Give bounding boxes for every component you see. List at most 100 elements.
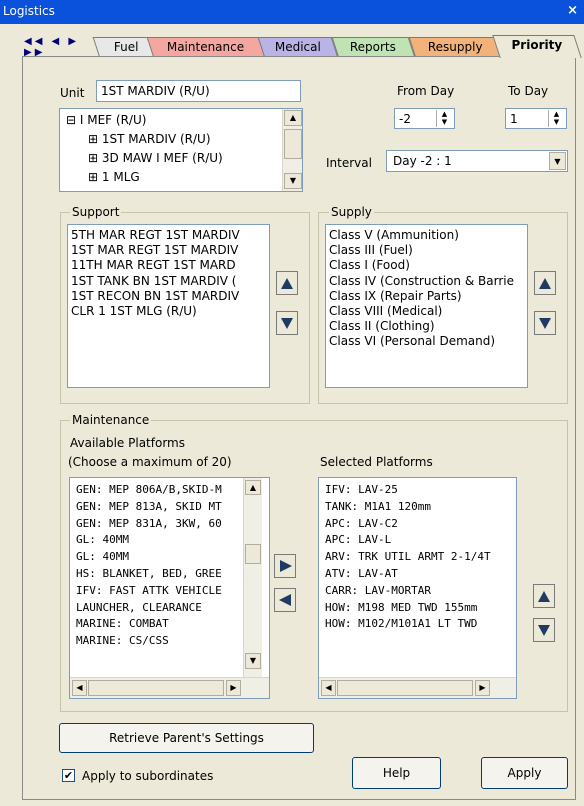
supply-list-item[interactable]: Class V (Ammunition) (329, 228, 524, 243)
available-platform-item[interactable]: MARINE: CS/CSS (76, 633, 242, 650)
selected-platform-item[interactable]: APC: LAV-C2 (325, 516, 513, 533)
selected-platforms-list[interactable]: IFV: LAV-25 TANK: M1A1 120mm APC: LAV-C2 AP… (318, 477, 517, 699)
supply-move-up-button[interactable] (534, 271, 556, 295)
selected-platform-item[interactable]: HOW: M198 MED TWD 155mm (325, 600, 513, 617)
expand-icon[interactable]: ⊞ (88, 132, 98, 146)
support-move-up-button[interactable] (276, 271, 298, 295)
available-platform-item[interactable]: GEN: MEP 806A/B,SKID-M (76, 482, 242, 499)
apply-button[interactable]: Apply (481, 757, 568, 789)
scroll-up-icon[interactable]: ▲ (245, 480, 261, 495)
retrieve-parent-settings-button[interactable]: Retrieve Parent's Settings (59, 723, 314, 753)
supply-title: Supply (329, 205, 374, 219)
scroll-down-icon[interactable]: ▼ (245, 653, 261, 669)
remove-platform-button[interactable] (274, 588, 296, 612)
supply-list-item[interactable]: Class III (Fuel) (329, 243, 524, 258)
available-platform-item[interactable]: HS: BLANKET, BED, GREE (76, 566, 242, 583)
title-bar: Logistics × (0, 0, 584, 24)
chevron-down-icon[interactable]: ▼ (549, 152, 566, 170)
available-platform-item[interactable]: MARINE: COMBAT (76, 616, 242, 633)
selected-move-down-button[interactable] (533, 618, 555, 642)
apply-subordinates-label: Apply to subordinates (82, 769, 214, 783)
scroll-right-icon[interactable]: ▶ (226, 680, 241, 696)
available-platforms-list[interactable]: GEN: MEP 806A/B,SKID-M GEN: MEP 813A, SKI… (69, 477, 270, 699)
add-platform-button[interactable] (274, 554, 296, 578)
selected-hscrollbar[interactable]: ◀ ▶ (319, 677, 516, 698)
supply-move-down-button[interactable] (534, 311, 556, 335)
support-list-item[interactable]: 5TH MAR REGT 1ST MARDIV (71, 228, 266, 243)
scroll-up-icon[interactable]: ▲ (284, 110, 302, 126)
selected-platform-item[interactable]: APC: LAV-L (325, 532, 513, 549)
spinner-arrows-icon[interactable]: ▲ ▼ (436, 110, 452, 127)
selected-platform-item[interactable]: ARV: TRK UTIL ARMT 2-1/4T (325, 549, 513, 566)
scroll-down-icon[interactable]: ▼ (284, 173, 302, 189)
available-platform-item[interactable]: LAUNCHER, CLEARANCE (76, 600, 242, 617)
support-list[interactable]: 5TH MAR REGT 1ST MARDIV 1ST MAR REGT 1ST … (67, 224, 270, 388)
arrow-up-icon (281, 278, 293, 289)
available-hscrollbar[interactable]: ◀ ▶ (70, 677, 269, 698)
to-day-spinner[interactable]: 1 ▲ ▼ (505, 108, 567, 129)
arrow-up-icon (539, 278, 551, 289)
selected-platform-item[interactable]: IFV: LAV-25 (325, 482, 513, 499)
selected-platform-item[interactable]: TANK: M1A1 120mm (325, 499, 513, 516)
supply-list-item[interactable]: Class II (Clothing) (329, 319, 524, 334)
support-list-item[interactable]: 1ST RECON BN 1ST MARDIV (71, 289, 266, 304)
selected-platform-item[interactable]: ATV: LAV-AT (325, 566, 513, 583)
expand-icon[interactable]: ⊞ (88, 151, 98, 165)
available-platform-item[interactable]: GEN: MEP 813A, SKID MT (76, 499, 242, 516)
interval-dropdown[interactable]: Day -2 : 1 ▼ (386, 150, 568, 172)
available-vscrollbar[interactable]: ▲ ▼ (243, 478, 262, 677)
supply-list-item[interactable]: Class IV (Construction & Barrie (329, 274, 524, 289)
supply-items: Class V (Ammunition) Class III (Fuel) Clas… (329, 228, 524, 350)
scroll-thumb[interactable] (284, 129, 302, 159)
unit-field[interactable]: 1ST MARDIV (R/U) (96, 80, 301, 102)
arrow-left-icon (279, 594, 291, 606)
selected-move-up-button[interactable] (533, 584, 555, 608)
tree-node[interactable]: ⊞ 3D MAW I MEF (R/U) (66, 149, 280, 168)
supply-list-item[interactable]: Class VI (Personal Demand) (329, 334, 524, 349)
supply-list[interactable]: Class V (Ammunition) Class III (Fuel) Clas… (325, 224, 528, 388)
tree-node[interactable]: ⊞ 1 MLG (66, 168, 280, 187)
supply-list-item[interactable]: Class I (Food) (329, 258, 524, 273)
unit-value: 1ST MARDIV (R/U) (101, 84, 210, 98)
tab-priority[interactable]: Priority (492, 35, 582, 58)
scroll-right-icon[interactable]: ▶ (475, 680, 490, 696)
tree-node[interactable]: ⊞ 1ST MARDIV (R/U) (66, 130, 280, 149)
supply-list-item[interactable]: Class IX (Repair Parts) (329, 289, 524, 304)
scroll-left-icon[interactable]: ◀ (321, 680, 336, 696)
unit-tree[interactable]: ⊟ I MEF (R/U) ⊞ 1ST MARDIV (R/U) ⊞ 3D MA… (59, 108, 303, 192)
available-platform-item[interactable]: IFV: FAST ATTK VEHICLE (76, 583, 242, 600)
expand-icon[interactable]: ⊞ (88, 170, 98, 184)
selected-platform-item[interactable]: HOW: M102/M101A1 LT TWD (325, 616, 513, 633)
scroll-left-icon[interactable]: ◀ (72, 680, 87, 696)
tree-node[interactable]: ⊟ I MEF (R/U) (66, 111, 280, 130)
selected-platform-item[interactable]: CARR: LAV-MORTAR (325, 583, 513, 600)
scroll-thumb[interactable] (88, 680, 224, 696)
unit-tree-scrollbar[interactable]: ▲ ▼ (282, 109, 302, 191)
support-list-item[interactable]: CLR 1 1ST MLG (R/U) (71, 304, 266, 319)
unit-label: Unit (60, 86, 85, 100)
scroll-thumb[interactable] (245, 544, 261, 564)
from-day-spinner[interactable]: -2 ▲ ▼ (394, 108, 455, 129)
tab-medical[interactable]: Medical (257, 37, 339, 58)
scroll-thumb[interactable] (337, 680, 473, 696)
close-icon[interactable]: × (567, 3, 578, 18)
available-platform-item[interactable]: GEN: MEP 831A, 3KW, 60 (76, 516, 242, 533)
arrow-right-icon (280, 560, 292, 572)
available-platform-item[interactable]: GL: 40MM (76, 549, 242, 566)
supply-list-item[interactable]: Class VIII (Medical) (329, 304, 524, 319)
available-platform-item[interactable]: GL: 40MM (76, 532, 242, 549)
unit-tree-items: ⊟ I MEF (R/U) ⊞ 1ST MARDIV (R/U) ⊞ 3D MA… (66, 111, 280, 189)
available-platforms-hint: (Choose a maximum of 20) (68, 455, 232, 469)
tab-maintenance[interactable]: Maintenance (146, 37, 266, 58)
support-move-down-button[interactable] (276, 311, 298, 335)
help-button[interactable]: Help (352, 757, 441, 789)
tab-resupply[interactable]: Resupply (408, 37, 503, 58)
spinner-arrows-icon[interactable]: ▲ ▼ (548, 110, 564, 127)
available-items: GEN: MEP 806A/B,SKID-M GEN: MEP 813A, SKI… (76, 482, 242, 672)
support-list-item[interactable]: 11TH MAR REGT 1ST MARD (71, 258, 266, 273)
support-list-item[interactable]: 1ST TANK BN 1ST MARDIV ( (71, 274, 266, 289)
collapse-icon[interactable]: ⊟ (66, 113, 76, 127)
apply-subordinates-checkbox[interactable]: ✔ (62, 769, 75, 782)
tab-reports[interactable]: Reports (331, 37, 416, 58)
support-list-item[interactable]: 1ST MAR REGT 1ST MARDIV (71, 243, 266, 258)
